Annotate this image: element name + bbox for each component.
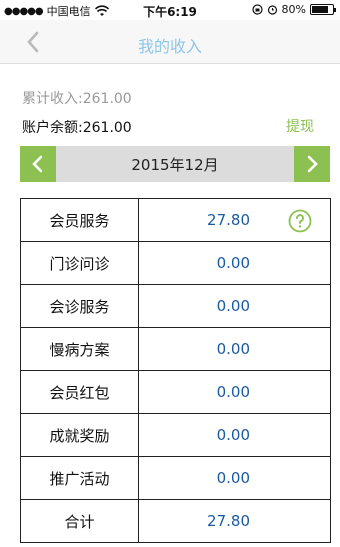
row-amount: 27.80 xyxy=(207,211,250,229)
row-amount: 0.00 xyxy=(216,340,250,358)
next-month-button[interactable] xyxy=(294,146,330,182)
table-row: 推广活动 0.00 xyxy=(20,456,331,500)
account-balance: 账户余额:261.00 xyxy=(22,117,132,137)
total-amount-cell: 27.80 xyxy=(138,499,331,543)
battery-level xyxy=(312,6,328,13)
table-row: 会诊服务 0.00 xyxy=(20,284,331,328)
row-amount: 0.00 xyxy=(216,426,250,444)
balance-value: 261.00 xyxy=(82,120,132,136)
battery-percent: 80% xyxy=(281,3,306,16)
total-income-text: 累计收入:261.00 xyxy=(22,91,132,107)
total-label: 合计 xyxy=(20,499,139,543)
table-row: 门诊问诊 0.00 xyxy=(20,241,331,285)
row-label: 会员服务 xyxy=(20,198,139,242)
total-amount: 27.80 xyxy=(207,512,250,530)
current-month: 2015年12月 xyxy=(131,156,219,174)
row-label: 推广活动 xyxy=(20,456,139,500)
row-amount: 0.00 xyxy=(216,254,250,272)
status-bar: ●●●●● 中国电信 下午6:19 80% xyxy=(0,0,340,20)
alarm-icon xyxy=(267,5,277,15)
row-amount-cell: 0.00 xyxy=(138,456,331,500)
row-label: 会诊服务 xyxy=(20,284,139,328)
row-amount-cell: 0.00 xyxy=(138,370,331,414)
table-row: 会员红包 0.00 xyxy=(20,370,331,414)
row-amount-cell: 0.00 xyxy=(138,327,331,371)
table-row: 会员服务 27.80 xyxy=(20,198,331,242)
table-total-row: 合计 27.80 xyxy=(20,499,331,543)
balance-label: 账户余额: xyxy=(22,120,83,136)
row-amount-cell: 27.80 xyxy=(138,198,331,242)
row-amount: 0.00 xyxy=(216,383,250,401)
total-income: 累计收入:261.00 xyxy=(22,88,132,108)
income-table: 会员服务 27.80 门诊问诊 0.00 会诊服务 0.00 慢病方案 0.00… xyxy=(20,198,331,543)
row-label: 门诊问诊 xyxy=(20,241,139,285)
question-circle-icon[interactable] xyxy=(288,209,312,233)
row-label: 成就奖励 xyxy=(20,413,139,457)
battery-icon xyxy=(310,4,336,15)
row-amount: 0.00 xyxy=(216,297,250,315)
page-title: 我的收入 xyxy=(137,37,202,56)
previous-month-button[interactable] xyxy=(20,146,56,182)
navigation-bar: 我的收入 xyxy=(0,20,340,64)
chevron-right-icon xyxy=(307,155,318,173)
table-row: 慢病方案 0.00 xyxy=(20,327,331,371)
table-row: 成就奖励 0.00 xyxy=(20,413,331,457)
status-right: 80% xyxy=(251,3,336,16)
row-amount-cell: 0.00 xyxy=(138,241,331,285)
rotation-lock-icon xyxy=(251,4,263,15)
row-label: 慢病方案 xyxy=(20,327,139,371)
row-amount: 0.00 xyxy=(216,469,250,487)
row-amount-cell: 0.00 xyxy=(138,284,331,328)
row-amount-cell: 0.00 xyxy=(138,413,331,457)
month-selector: 2015年12月 xyxy=(20,146,330,182)
chevron-left-icon xyxy=(32,155,43,173)
withdraw-link[interactable]: 提现 xyxy=(286,116,314,136)
row-label: 会员红包 xyxy=(20,370,139,414)
